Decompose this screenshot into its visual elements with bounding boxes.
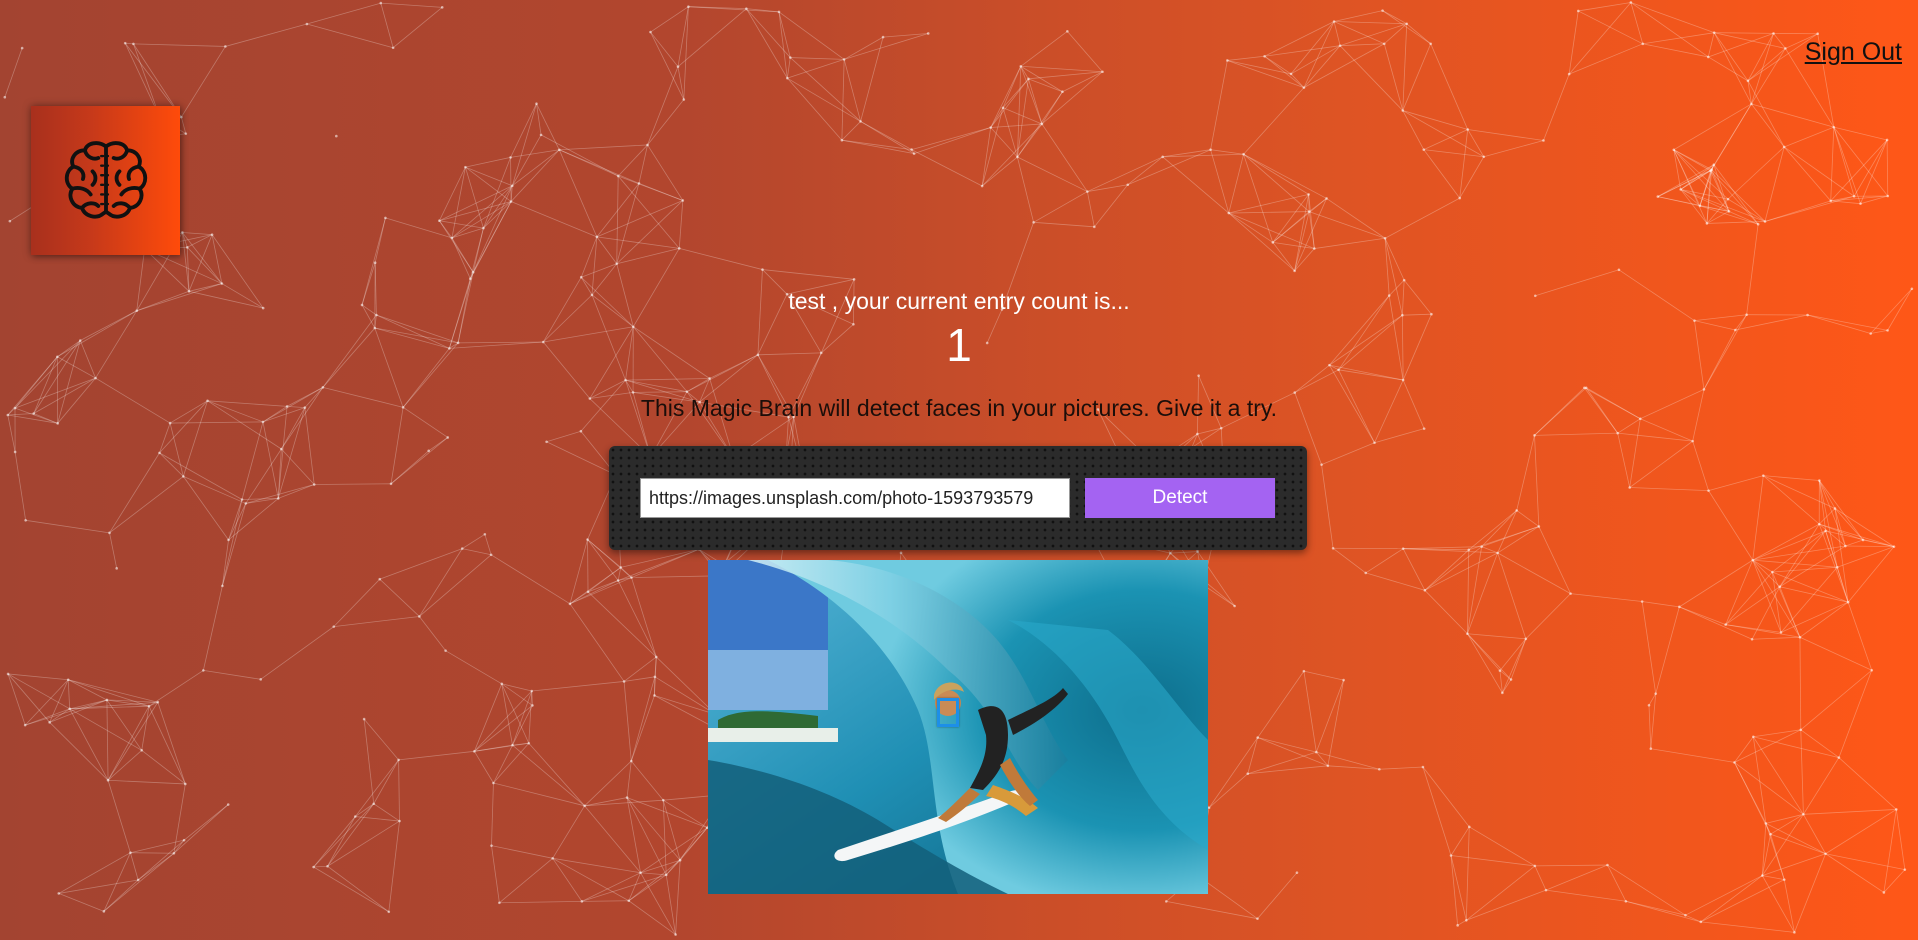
- intro-text: This Magic Brain will detect faces in yo…: [640, 395, 1278, 421]
- surfer-photo: [708, 560, 1208, 894]
- brain-icon: [64, 140, 147, 219]
- entry-count: 1: [946, 319, 972, 371]
- sign-out-link[interactable]: Sign Out: [1805, 38, 1902, 67]
- face-bounding-box: [937, 698, 959, 727]
- logo[interactable]: [31, 106, 180, 255]
- entry-count-message: test , your current entry count is...: [788, 288, 1130, 314]
- detect-button[interactable]: Detect: [1085, 478, 1275, 518]
- image-url-input[interactable]: [640, 478, 1070, 518]
- detection-image: [708, 560, 1208, 894]
- image-url-form: Detect: [609, 446, 1307, 550]
